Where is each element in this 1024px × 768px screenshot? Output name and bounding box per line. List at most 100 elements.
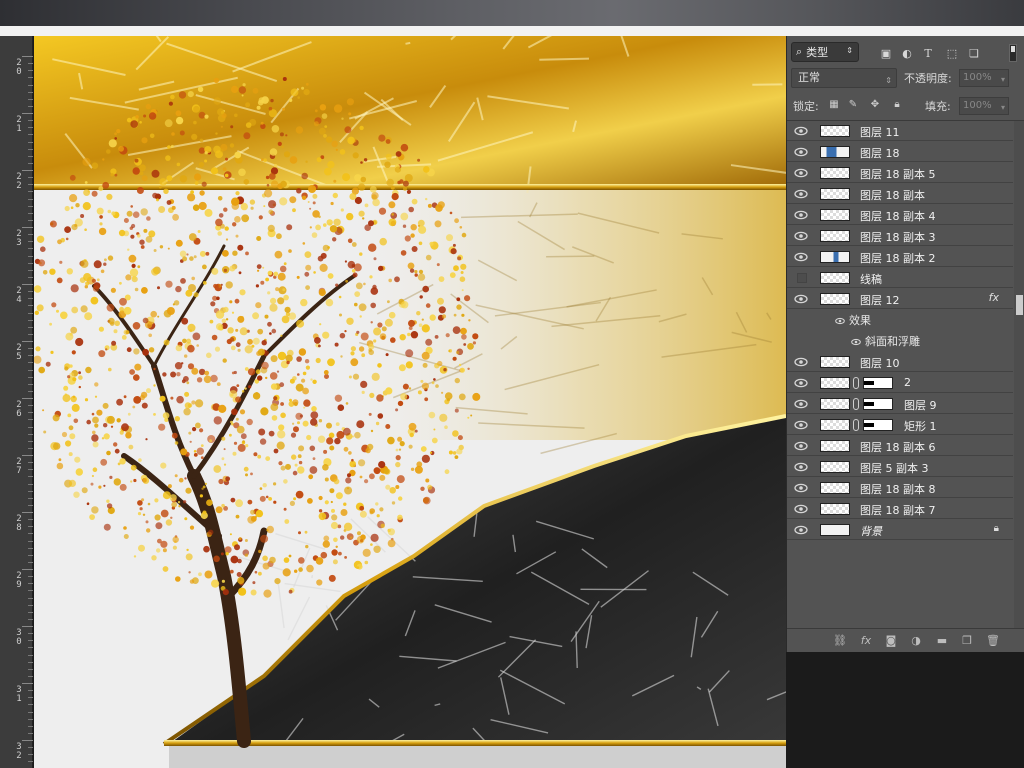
foliage-dot — [225, 476, 231, 482]
opacity-field[interactable]: 100% ▾ — [959, 69, 1009, 87]
layer-row[interactable]: 图层 18 — [787, 142, 1013, 162]
fill-field[interactable]: 100% ▾ — [959, 97, 1009, 115]
layer-row[interactable]: 矩形 1 — [787, 415, 1013, 435]
foliage-dot — [123, 306, 132, 315]
foliage-dot — [141, 498, 145, 502]
layers-scrollbar[interactable] — [1014, 121, 1024, 629]
layer-row[interactable]: 图层 18 副本 8 — [787, 478, 1013, 498]
lock-image-pixels-icon[interactable]: ✎ — [847, 99, 859, 111]
chain-link-icon[interactable] — [853, 398, 859, 410]
vertical-ruler[interactable]: 20 21 22 23 24 25 26 27 28 29 30 31 32 — [0, 36, 33, 768]
eye-icon[interactable] — [794, 188, 808, 200]
foliage-dot — [51, 302, 57, 308]
lock-position-icon[interactable]: ✥ — [869, 99, 881, 111]
eye-icon[interactable] — [794, 230, 808, 242]
foliage-dot — [65, 332, 74, 341]
foliage-dot — [225, 157, 228, 161]
chain-link-icon[interactable] — [853, 377, 859, 389]
layer-mask-thumbnail[interactable] — [863, 377, 893, 389]
foliage-dot — [142, 348, 149, 356]
folder-icon[interactable]: ▬ — [935, 635, 949, 647]
foliage-dot — [215, 132, 218, 135]
shape-filter-icon[interactable]: ⬚ — [945, 46, 959, 60]
visibility-toggle-empty[interactable] — [797, 273, 807, 283]
layer-row[interactable]: 图层 18 副本 3 — [787, 226, 1013, 246]
fx-icon[interactable]: fx — [989, 291, 999, 304]
mask-icon[interactable]: ◙ — [884, 635, 898, 647]
eye-icon[interactable] — [794, 419, 808, 431]
foliage-dot — [321, 113, 328, 119]
eye-icon[interactable] — [794, 524, 808, 536]
layer-row[interactable]: 图层 10 — [787, 352, 1013, 372]
layer-row[interactable]: 图层 9 — [787, 394, 1013, 414]
layer-mask-thumbnail[interactable] — [863, 419, 893, 431]
foliage-dot — [193, 450, 197, 453]
layer-row[interactable]: 图层 18 副本 5 — [787, 163, 1013, 183]
eye-icon[interactable] — [794, 356, 808, 368]
layer-row[interactable]: 图层 18 副本 4 — [787, 205, 1013, 225]
filter-kind-select[interactable]: ⌕ 类型 ⇕ — [791, 42, 859, 62]
foliage-dot — [66, 268, 73, 275]
eye-icon[interactable] — [794, 482, 808, 494]
layer-row[interactable]: 图层 12 fx — [787, 289, 1013, 309]
lock-all-icon[interactable]: 🔒︎ — [891, 99, 903, 111]
adjustment-icon[interactable]: ◑ — [909, 635, 923, 647]
layer-row[interactable]: 图层 18 副本 6 — [787, 436, 1013, 456]
layer-row[interactable]: 图层 18 副本 2 — [787, 247, 1013, 267]
layer-row[interactable]: 线稿 — [787, 268, 1013, 288]
eye-icon[interactable] — [794, 461, 808, 473]
eye-icon[interactable] — [794, 398, 808, 410]
lock-transparent-pixels-icon[interactable]: ▦ — [828, 99, 840, 111]
eye-icon[interactable] — [794, 503, 808, 515]
image-filter-icon[interactable]: ▣ — [879, 46, 893, 60]
foliage-dot — [213, 97, 221, 105]
layer-row[interactable]: 图层 18 副本 — [787, 184, 1013, 204]
fx-icon[interactable]: fx — [859, 635, 873, 647]
layer-row[interactable]: 图层 18 副本 7 — [787, 499, 1013, 519]
layer-row[interactable]: 2 — [787, 373, 1013, 393]
type-filter-icon[interactable]: T — [921, 46, 935, 60]
layer-row[interactable]: 背景 🔒︎ — [787, 520, 1013, 540]
eye-icon[interactable] — [794, 146, 808, 158]
foliage-dot — [159, 178, 167, 186]
foliage-dot — [229, 569, 234, 574]
layer-effect-item[interactable]: 斜面和浮雕 — [787, 331, 1013, 351]
link-icon[interactable]: ⛓ — [833, 635, 847, 647]
eye-icon[interactable] — [794, 251, 808, 263]
eye-icon[interactable] — [794, 167, 808, 179]
ruler-minor-tick — [28, 276, 33, 278]
foliage-dot — [257, 454, 262, 459]
foliage-dot — [221, 579, 225, 583]
eye-icon[interactable] — [794, 293, 808, 305]
eye-icon[interactable] — [794, 377, 808, 389]
scrollbar-thumb[interactable] — [1016, 295, 1023, 315]
ruler-minor-tick — [28, 597, 33, 599]
chain-link-icon[interactable] — [853, 419, 859, 431]
adjustment-filter-icon[interactable]: ◐ — [900, 46, 914, 60]
new-layer-icon[interactable]: ❐ — [960, 635, 974, 647]
foliage-dot — [204, 482, 207, 485]
layer-mask-thumbnail[interactable] — [863, 398, 893, 410]
foliage-dot — [86, 502, 90, 506]
foliage-dot — [191, 367, 199, 375]
layer-row[interactable]: 图层 11 — [787, 121, 1013, 141]
layer-effects-header[interactable]: 效果 — [787, 310, 1013, 330]
foliage-dot — [156, 198, 159, 202]
smart-object-filter-icon[interactable]: ❏ — [967, 46, 981, 60]
trash-icon[interactable]: 🗑︎ — [986, 635, 1000, 647]
foliage-dot — [420, 486, 425, 491]
foliage-dot — [240, 433, 247, 440]
foliage-dot — [441, 391, 444, 394]
eye-icon[interactable] — [794, 440, 808, 452]
document-canvas[interactable] — [34, 36, 786, 768]
eye-icon[interactable] — [835, 315, 845, 325]
layer-row[interactable]: 图层 5 副本 3 — [787, 457, 1013, 477]
filter-toggle-switch[interactable] — [1009, 44, 1017, 62]
ruler-minor-tick — [28, 647, 33, 649]
eye-icon[interactable] — [794, 125, 808, 137]
eye-icon[interactable] — [851, 336, 861, 346]
foliage-dot — [235, 514, 240, 519]
blend-mode-select[interactable]: 正常 ⇕ — [791, 68, 897, 88]
eye-icon[interactable] — [794, 209, 808, 221]
ruler-tick — [22, 56, 33, 57]
